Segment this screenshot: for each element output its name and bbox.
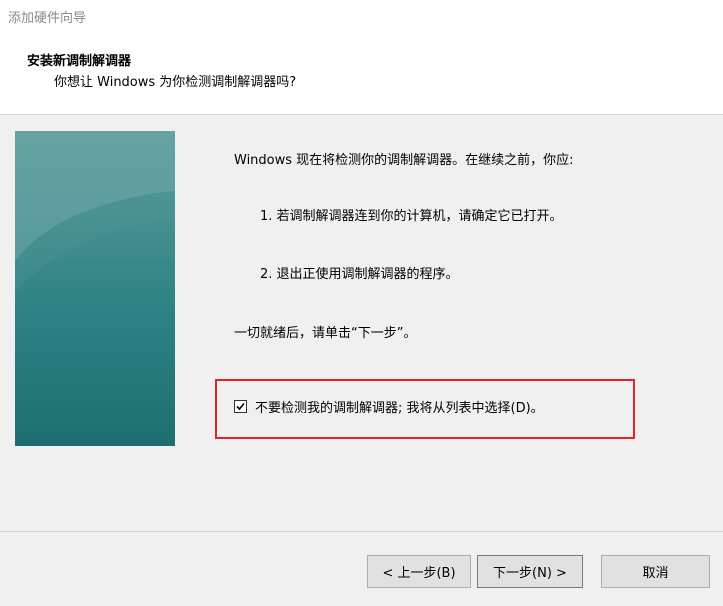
side-image-graphic: [15, 131, 175, 291]
cancel-button[interactable]: 取消: [601, 555, 710, 588]
next-button[interactable]: 下一步(N) >: [477, 555, 583, 588]
checkmark-icon: [236, 402, 245, 411]
instruction-item-1: 1. 若调制解调器连到你的计算机，请确定它已打开。: [260, 209, 563, 224]
intro-text: Windows 现在将检测你的调制解调器。在继续之前，你应:: [234, 153, 574, 168]
wizard-side-image: [15, 131, 175, 446]
no-detect-label[interactable]: 不要检测我的调制解调器; 我将从列表中选择(D)。: [255, 397, 544, 416]
window-title: 添加硬件向导: [8, 11, 87, 26]
back-button[interactable]: < 上一步(B): [367, 555, 471, 588]
title-bar: 添加硬件向导: [0, 0, 723, 32]
no-detect-checkbox[interactable]: [234, 400, 247, 413]
wizard-header: 安装新调制解调器 你想让 Windows 为你检测调制解调器吗?: [0, 32, 723, 115]
header-title: 安装新调制解调器: [27, 54, 132, 69]
outro-text: 一切就绪后，请单击“下一步”。: [234, 326, 417, 341]
instruction-item-2: 2. 退出正使用调制解调器的程序。: [260, 267, 459, 282]
footer-divider: [0, 531, 723, 532]
header-subtitle: 你想让 Windows 为你检测调制解调器吗?: [54, 75, 297, 90]
no-detect-option[interactable]: 不要检测我的调制解调器; 我将从列表中选择(D)。: [234, 397, 544, 416]
